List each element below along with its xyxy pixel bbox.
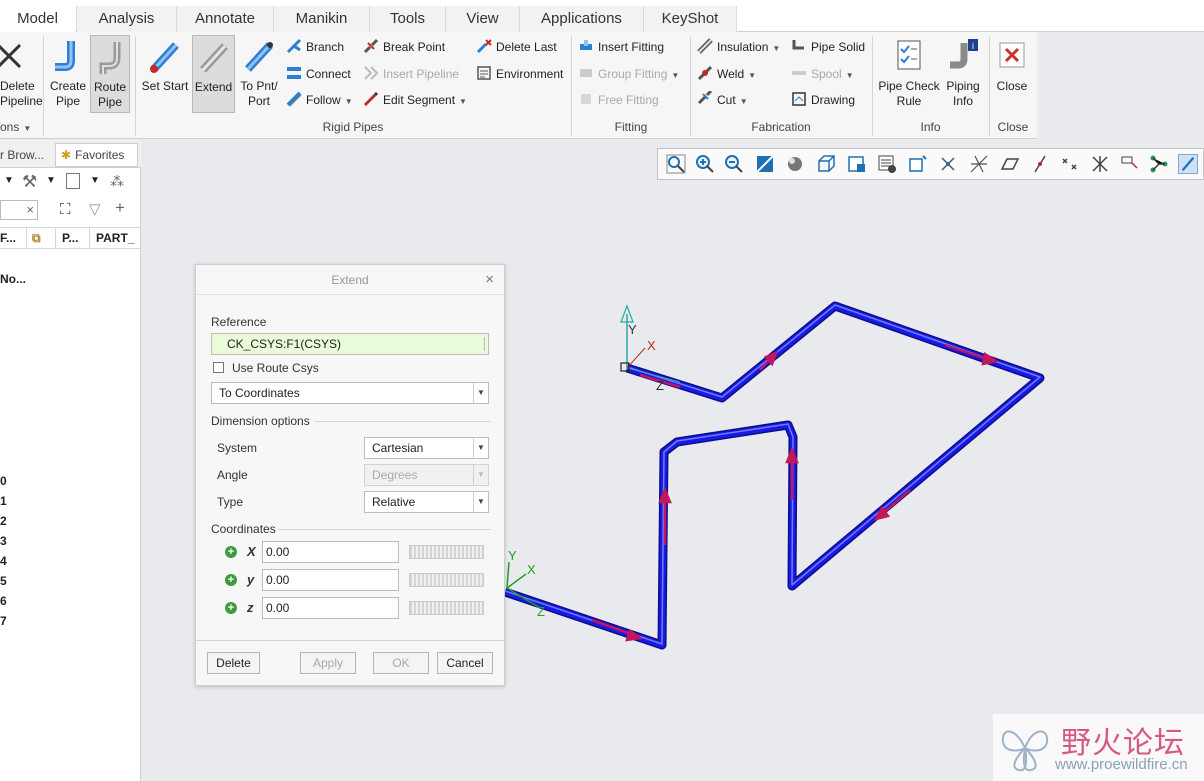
axis-z-label: Z [537, 604, 545, 619]
add-coordinate-x-icon[interactable]: + [225, 546, 237, 558]
zoom-in-icon[interactable] [695, 154, 715, 174]
annotation-display-icon[interactable] [1120, 154, 1140, 174]
chevron-down-icon: ▼ [473, 492, 488, 512]
refit-icon[interactable] [666, 154, 686, 174]
reference-value: CK_CSYS:F1(CSYS) [227, 337, 342, 351]
type-select[interactable]: Relative ▼ [364, 491, 489, 513]
watermark: 野火论坛 www.proewildfire.cn [993, 714, 1204, 781]
saved-views-icon[interactable] [847, 154, 867, 174]
reference-field[interactable]: CK_CSYS:F1(CSYS) [211, 333, 489, 355]
coordinates-label: Coordinates [211, 522, 276, 536]
angle-select[interactable]: Degrees ▼ [364, 464, 489, 486]
use-route-csys-checkbox[interactable] [213, 362, 224, 373]
appearance-icon[interactable] [908, 154, 928, 174]
sketch-display-icon[interactable] [1178, 154, 1198, 174]
point-display-icon[interactable] [1060, 154, 1080, 174]
z-coordinate-input[interactable]: 0.00 [262, 597, 399, 619]
view-toolbar [657, 148, 1204, 180]
view-cube-icon[interactable] [816, 154, 836, 174]
axis-x-label: X [527, 562, 536, 577]
axis-y-label: Y [628, 322, 637, 337]
add-coordinate-z-icon[interactable]: + [225, 602, 237, 614]
system-value: Cartesian [372, 441, 424, 455]
csys-display-icon[interactable] [1090, 154, 1110, 174]
use-route-csys-label: Use Route Csys [232, 361, 319, 375]
z-thumbwheel[interactable] [409, 601, 484, 615]
pipe-model-drawing: Y X Z Y X Z [503, 301, 1045, 650]
spin-center-icon[interactable] [1149, 154, 1169, 174]
y-coordinate-input[interactable]: 0.00 [262, 569, 399, 591]
ok-button[interactable]: OK [373, 652, 429, 674]
y-thumbwheel[interactable] [409, 573, 484, 587]
datum-axes-icon[interactable] [969, 154, 989, 174]
type-value: Relative [372, 495, 416, 509]
repaint-icon[interactable] [755, 154, 775, 174]
chevron-down-icon: ▼ [473, 383, 488, 403]
butterfly-logo-icon [1001, 730, 1049, 772]
mode-select[interactable]: To Coordinates ▼ [211, 382, 489, 404]
shading-icon[interactable] [785, 154, 805, 174]
cancel-button[interactable]: Cancel [437, 652, 493, 674]
chevron-down-icon: ▼ [473, 438, 488, 458]
x-label: X [247, 544, 256, 559]
datum-planes-icon[interactable] [938, 154, 958, 174]
y-label: y [247, 572, 255, 587]
apply-button[interactable]: Apply [300, 652, 356, 674]
type-label: Type [217, 495, 244, 509]
angle-label: Angle [217, 468, 248, 482]
system-select[interactable]: Cartesian ▼ [364, 437, 489, 459]
axis-display-icon[interactable] [1030, 154, 1050, 174]
delete-button[interactable]: Delete [207, 652, 260, 674]
mode-value: To Coordinates [219, 386, 300, 400]
close-icon[interactable]: × [485, 271, 494, 288]
system-label: System [217, 441, 258, 455]
reference-label: Reference [211, 315, 267, 329]
layers-icon[interactable] [877, 154, 897, 174]
x-coordinate-input[interactable]: 0.00 [262, 541, 399, 563]
angle-value: Degrees [372, 468, 418, 482]
axis-z-label: Z [656, 378, 664, 393]
dialog-title: Extend [196, 265, 504, 295]
csys-bottom: Y X Z [506, 548, 545, 619]
add-coordinate-y-icon[interactable]: + [225, 574, 237, 586]
z-label: z [247, 600, 254, 615]
x-thumbwheel[interactable] [409, 545, 484, 559]
axis-x-label: X [647, 338, 656, 353]
zoom-out-icon[interactable] [724, 154, 744, 174]
extend-dialog: Extend × Reference CK_CSYS:F1(CSYS) Use … [195, 264, 505, 686]
dimension-options-label: Dimension options [211, 414, 310, 428]
watermark-url: www.proewildfire.cn [1055, 756, 1188, 773]
chevron-down-icon: ▼ [473, 465, 488, 485]
plane-display-icon[interactable] [1000, 154, 1020, 174]
axis-y-label: Y [508, 548, 517, 563]
